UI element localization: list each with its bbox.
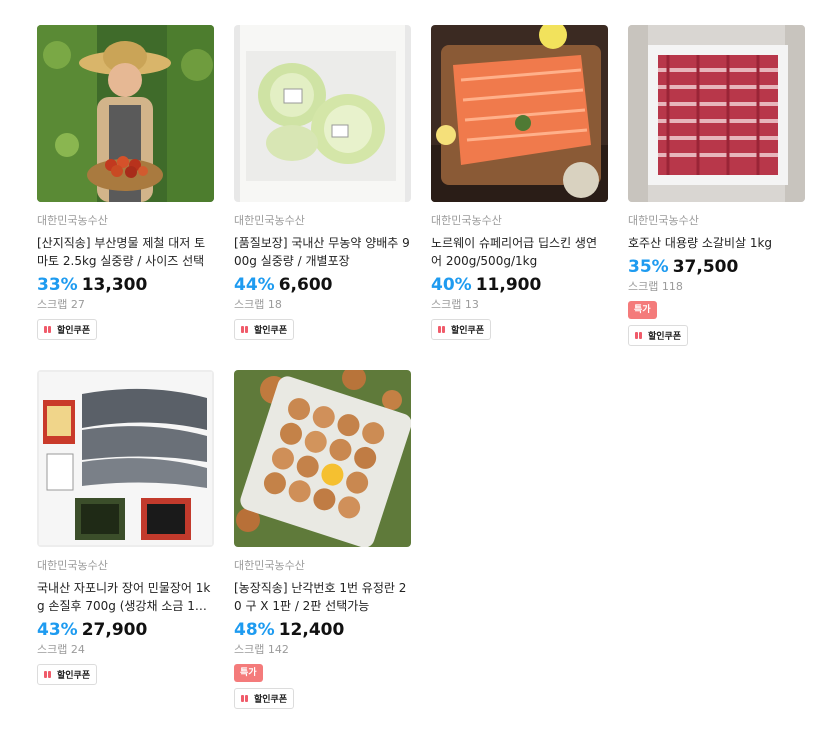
product-image[interactable] bbox=[37, 25, 214, 202]
product-title[interactable]: 국내산 자포니카 장어 민물장어 1kg 손질후 700g (생강채 소금 1개… bbox=[37, 579, 214, 615]
product-title[interactable]: [산지직송] 부산명물 제철 대저 토마토 2.5kg 실중량 / 사이즈 선택 bbox=[37, 234, 214, 270]
scrap-count: 스크랩 13 bbox=[431, 298, 479, 311]
product-card[interactable]: 대한민국농수산 [품질보장] 국내산 무농약 양배추 9 00g 실중량 / 개… bbox=[234, 25, 411, 340]
special-price-badge: 특가 bbox=[628, 301, 657, 319]
price: 27,900 bbox=[81, 620, 148, 640]
coupon-badge: 할인쿠폰 bbox=[234, 319, 295, 340]
coupon-icon bbox=[44, 326, 52, 333]
price-row: 35% 37,500 bbox=[628, 255, 805, 279]
seller-name: 대한민국농수산 bbox=[37, 559, 108, 572]
discount-rate: 44% bbox=[234, 275, 275, 295]
scrap-count: 스크랩 27 bbox=[37, 298, 85, 311]
seller-name: 대한민국농수산 bbox=[37, 214, 108, 227]
price: 6,600 bbox=[278, 275, 333, 295]
product-title[interactable]: 호주산 대용량 소갈비살 1kg bbox=[628, 234, 805, 252]
product-image[interactable] bbox=[431, 25, 608, 202]
price-row: 48% 12,400 bbox=[234, 618, 411, 642]
price-row: 43% 27,900 bbox=[37, 618, 214, 642]
coupon-label: 할인쿠폰 bbox=[254, 326, 288, 336]
scrap-count: 스크랩 24 bbox=[37, 643, 85, 656]
product-title[interactable]: [품질보장] 국내산 무농약 양배추 9 00g 실중량 / 개별포장 bbox=[234, 234, 411, 270]
price-row: 40% 11,900 bbox=[431, 273, 608, 297]
coupon-icon bbox=[241, 695, 249, 702]
discount-rate: 48% bbox=[234, 620, 275, 640]
coupon-label: 할인쿠폰 bbox=[57, 326, 91, 336]
product-card[interactable]: 대한민국농수산 호주산 대용량 소갈비살 1kg 35% 37,500 스크랩 1… bbox=[628, 25, 805, 346]
coupon-icon bbox=[241, 326, 249, 333]
coupon-badge: 할인쿠폰 bbox=[37, 664, 98, 685]
coupon-badge: 할인쿠폰 bbox=[628, 325, 689, 346]
product-card[interactable]: 대한민국농수산 노르웨이 슈페리어급 딥스킨 생연어 200g/500g/1kg… bbox=[431, 25, 608, 340]
discount-rate: 35% bbox=[628, 257, 669, 277]
coupon-badge: 할인쿠폰 bbox=[431, 319, 492, 340]
seller-name: 대한민국농수산 bbox=[234, 559, 305, 572]
product-image[interactable] bbox=[234, 370, 411, 547]
product-image[interactable] bbox=[37, 370, 214, 547]
scrap-count: 스크랩 118 bbox=[628, 280, 683, 293]
price: 11,900 bbox=[475, 275, 542, 295]
price-row: 33% 13,300 bbox=[37, 273, 214, 297]
product-image[interactable] bbox=[234, 25, 411, 202]
discount-rate: 40% bbox=[431, 275, 472, 295]
coupon-label: 할인쿠폰 bbox=[648, 332, 682, 342]
product-card[interactable]: 대한민국농수산 [산지직송] 부산명물 제철 대저 토마토 2.5kg 실중량 … bbox=[37, 25, 214, 340]
coupon-label: 할인쿠폰 bbox=[451, 326, 485, 336]
special-price-badge: 특가 bbox=[234, 664, 263, 682]
scrap-count: 스크랩 142 bbox=[234, 643, 289, 656]
price: 37,500 bbox=[672, 257, 739, 277]
price: 12,400 bbox=[278, 620, 345, 640]
price: 13,300 bbox=[81, 275, 148, 295]
product-card[interactable]: 대한민국농수산 [농장직송] 난각번호 1번 유정란 20 구 X 1판 / 2… bbox=[234, 370, 411, 709]
seller-name: 대한민국농수산 bbox=[431, 214, 502, 227]
seller-name: 대한민국농수산 bbox=[628, 214, 699, 227]
product-image[interactable] bbox=[628, 25, 805, 202]
product-card[interactable]: 대한민국농수산 국내산 자포니카 장어 민물장어 1kg 손질후 700g (생… bbox=[37, 370, 214, 685]
coupon-label: 할인쿠폰 bbox=[254, 695, 288, 705]
product-title[interactable]: [농장직송] 난각번호 1번 유정란 20 구 X 1판 / 2판 선택가능 bbox=[234, 579, 411, 615]
coupon-icon bbox=[635, 332, 643, 339]
coupon-icon bbox=[438, 326, 446, 333]
discount-rate: 43% bbox=[37, 620, 78, 640]
price-row: 44% 6,600 bbox=[234, 273, 411, 297]
seller-name: 대한민국농수산 bbox=[234, 214, 305, 227]
product-title[interactable]: 노르웨이 슈페리어급 딥스킨 생연어 200g/500g/1kg bbox=[431, 234, 608, 270]
coupon-badge: 할인쿠폰 bbox=[37, 319, 98, 340]
coupon-icon bbox=[44, 671, 52, 678]
scrap-count: 스크랩 18 bbox=[234, 298, 282, 311]
coupon-badge: 할인쿠폰 bbox=[234, 688, 295, 709]
coupon-label: 할인쿠폰 bbox=[57, 671, 91, 681]
discount-rate: 33% bbox=[37, 275, 78, 295]
